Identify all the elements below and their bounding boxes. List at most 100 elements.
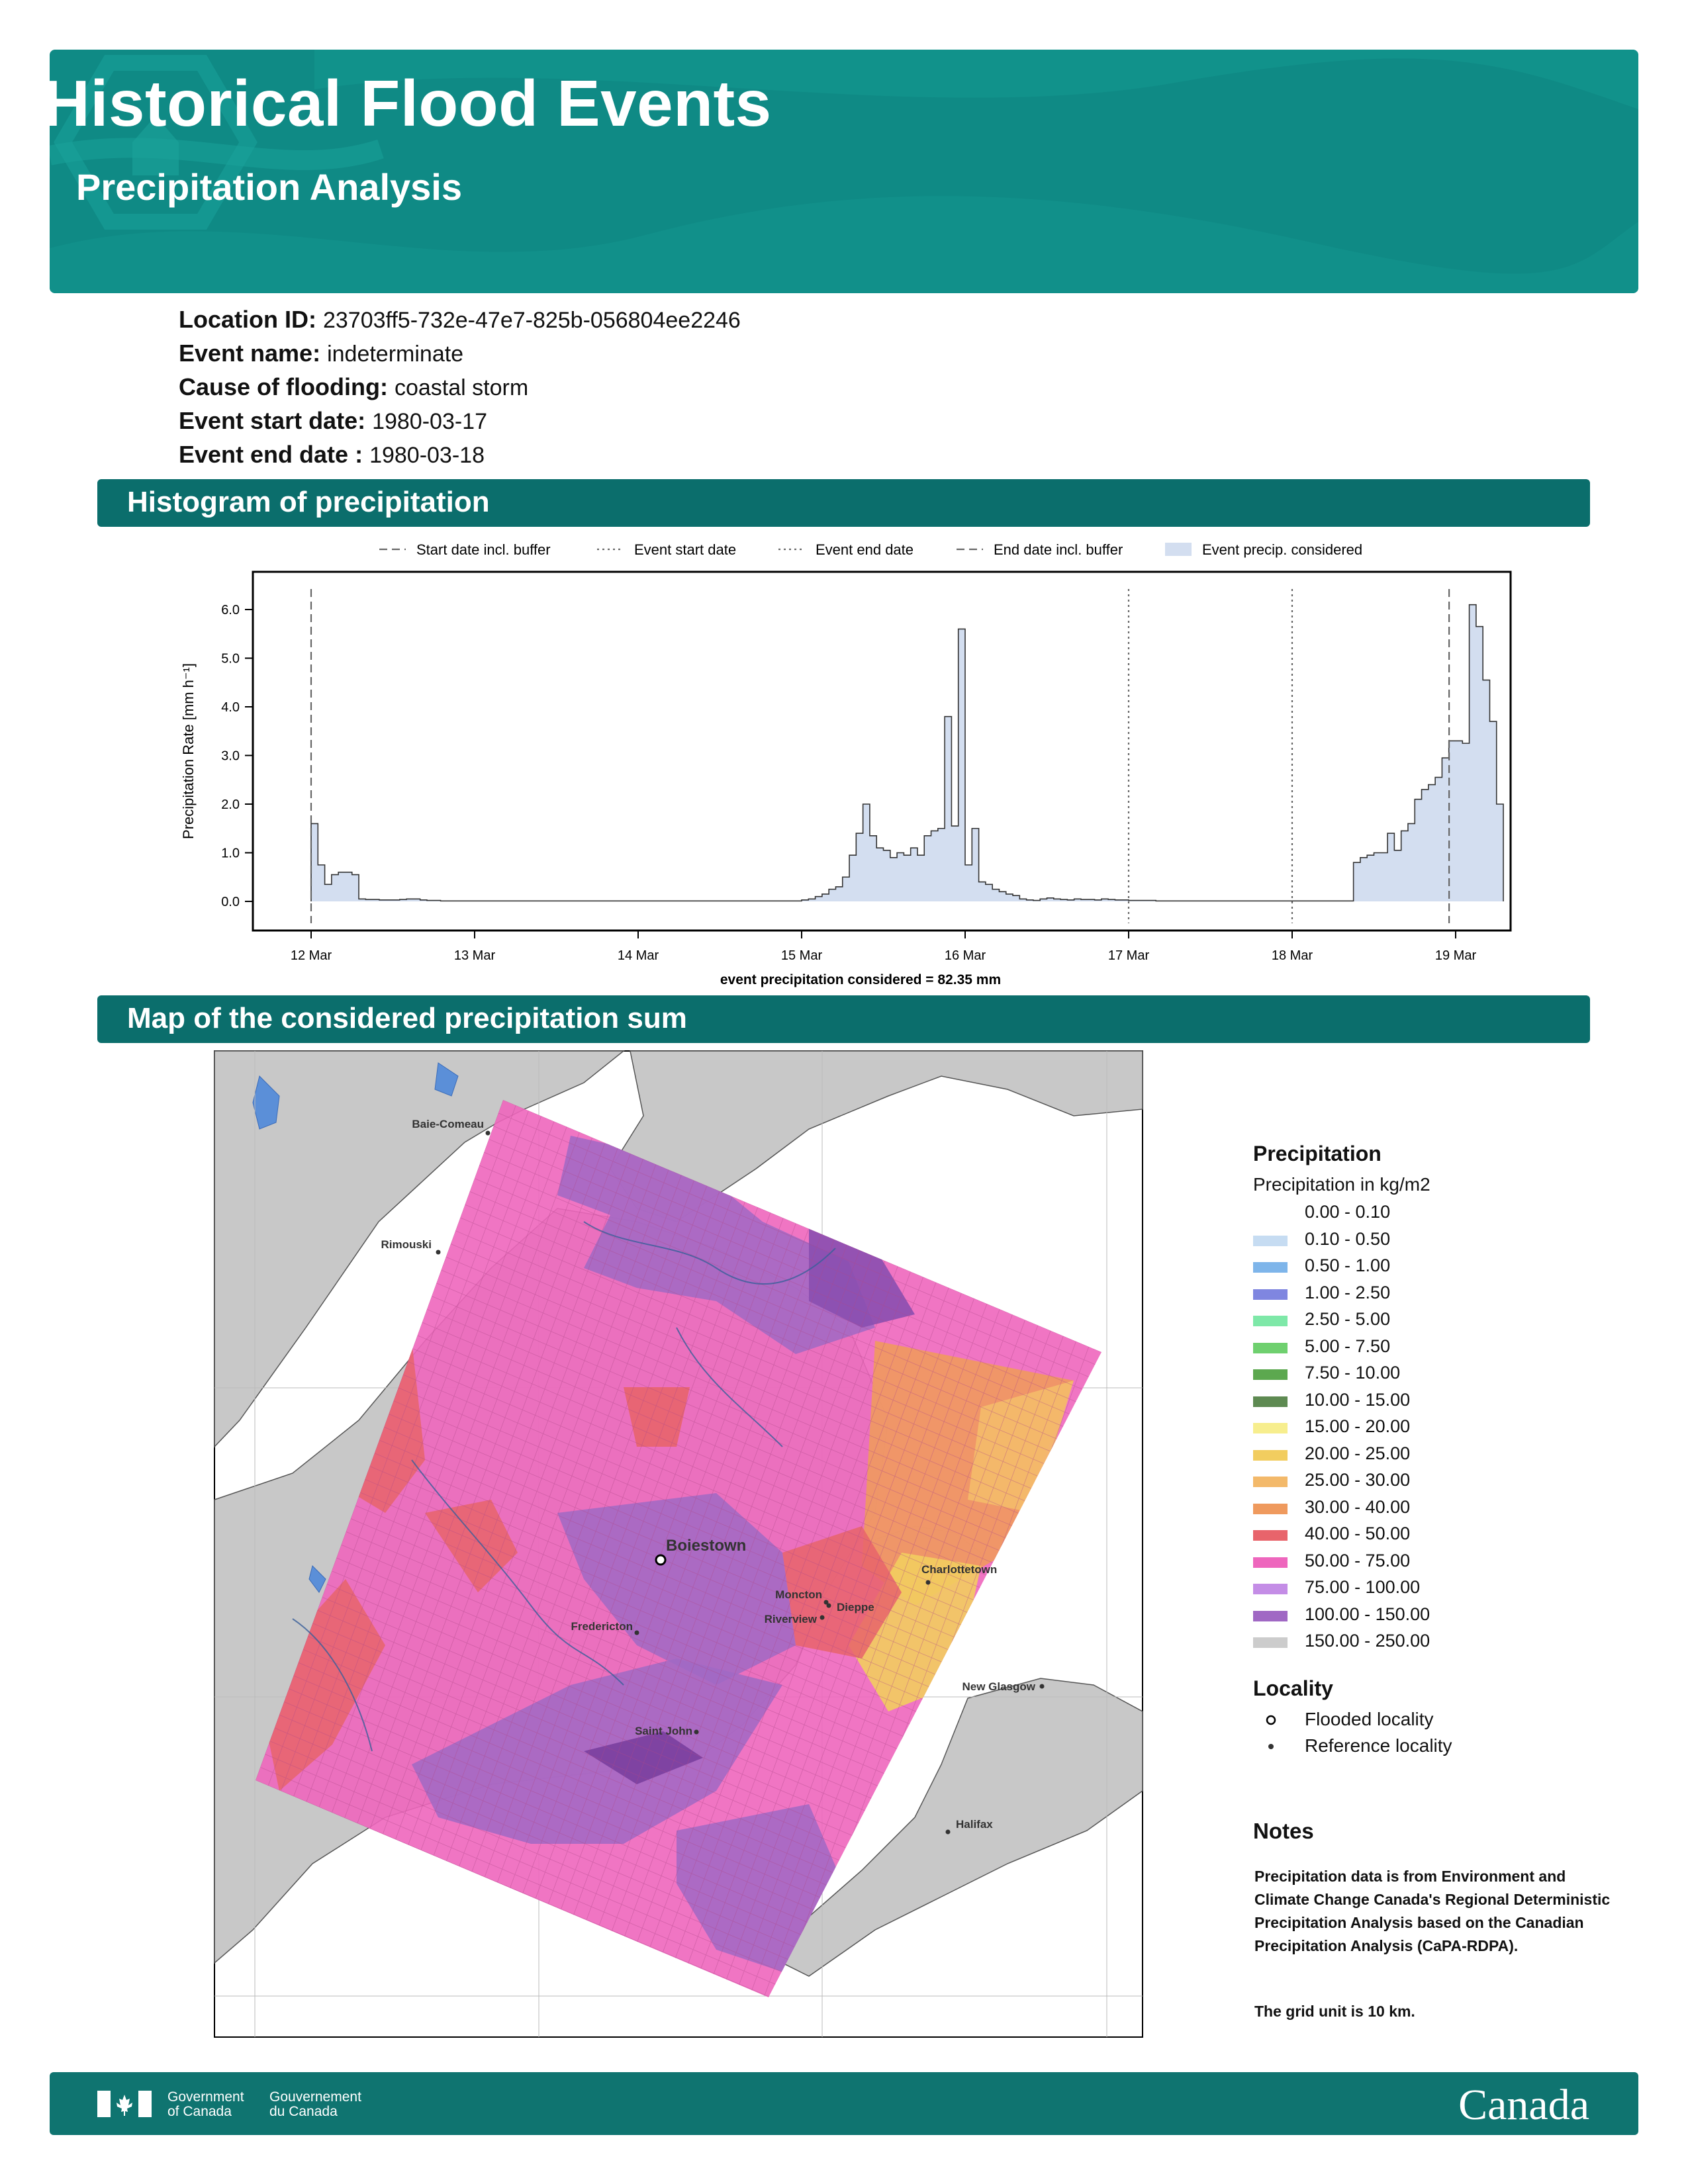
x-tick-label: 19 Mar	[1435, 948, 1477, 963]
legend-entry-label: Event precip. considered	[1202, 541, 1362, 558]
legend-class-label: 0.00 - 0.10	[1305, 1202, 1391, 1222]
x-tick-label: 15 Mar	[781, 948, 823, 963]
precip-legend-title: Precipitation	[1253, 1142, 1382, 1165]
precipitation-map: Baie-Comeau Rimouski Boiestown Moncton Diepp…	[214, 1050, 1143, 2038]
city-label: Riverview	[765, 1613, 818, 1625]
city-label: Halifax	[956, 1818, 993, 1831]
city-label: Moncton	[775, 1588, 822, 1601]
section-map-title: Map of the considered precipitation sum	[127, 1002, 687, 1034]
info-event-name: Event name: indeterminate	[179, 340, 463, 367]
section-map-header: Map of the considered precipitation sum	[97, 995, 1590, 1043]
legend-class-row: 25.00 - 30.00	[1253, 1467, 1624, 1494]
y-tick-label: 3.0	[221, 749, 240, 764]
legend-flooded-locality: Flooded locality	[1253, 1706, 1624, 1733]
info-location-id: Location ID: 23703ff5-732e-47e7-825b-0568…	[179, 306, 741, 334]
start-date-label: Event start date:	[179, 407, 366, 434]
info-cause: Cause of flooding: coastal storm	[179, 373, 528, 401]
reference-locality-marker	[694, 1729, 699, 1735]
x-tick-label: 13 Mar	[454, 948, 496, 963]
legend-color-swatch	[1253, 1584, 1288, 1594]
legend-class-row: 0.10 - 0.50	[1253, 1226, 1624, 1253]
map-legend: Precipitation Precipitation in kg/m2 0.0…	[1253, 1142, 1624, 1759]
city-label: Rimouski	[381, 1238, 432, 1251]
reference-locality-marker	[925, 1580, 931, 1585]
x-tick-label: 17 Mar	[1108, 948, 1150, 963]
section-histogram-title: Histogram of precipitation	[127, 486, 490, 518]
legend-color-swatch	[1253, 1208, 1288, 1219]
legend-class-label: 20.00 - 25.00	[1305, 1443, 1411, 1463]
legend-color-swatch	[1253, 1637, 1288, 1648]
legend-color-swatch	[1253, 1316, 1288, 1326]
y-axis-label: Precipitation Rate [mm h⁻¹]	[180, 663, 197, 839]
page-title: Historical Flood Events	[43, 67, 772, 140]
legend-color-swatch	[1253, 1235, 1288, 1246]
location-id-label: Location ID:	[179, 306, 316, 333]
legend-class-row: 40.00 - 50.00	[1253, 1521, 1624, 1548]
canada-wordmark: Canada	[1458, 2081, 1589, 2129]
legend-swatch-icon	[1165, 543, 1192, 556]
gov-fr-line2: du Canada	[269, 2104, 338, 2119]
legend-color-swatch	[1253, 1557, 1288, 1568]
legend-class-label: 0.50 - 1.00	[1305, 1255, 1391, 1275]
location-id-value: 23703ff5-732e-47e7-825b-056804ee2246	[322, 308, 741, 333]
precipitation-histogram: Start date incl. buffer Event start date E…	[180, 541, 1512, 987]
chart-legend: Start date incl. buffer Event start date E…	[379, 541, 1362, 558]
legend-entry-label: Event end date	[816, 541, 914, 558]
legend-color-swatch	[1253, 1342, 1288, 1353]
legend-class-list: 0.00 - 0.10 0.10 - 0.50 0.50 - 1.00 1.00 - …	[1253, 1199, 1624, 1655]
legend-color-swatch	[1253, 1610, 1288, 1621]
legend-color-swatch	[1253, 1289, 1288, 1300]
city-label: New Glasgow	[962, 1680, 1035, 1693]
city-label: Dieppe	[837, 1601, 874, 1614]
legend-color-swatch	[1253, 1449, 1288, 1461]
y-tick-label: 1.0	[221, 846, 240, 861]
y-tick-label: 5.0	[221, 652, 240, 666]
legend-class-label: 10.00 - 15.00	[1305, 1389, 1411, 1410]
legend-color-swatch	[1253, 1503, 1288, 1514]
legend-class-label: 150.00 - 250.00	[1305, 1631, 1430, 1651]
legend-class-row: 10.00 - 15.00	[1253, 1387, 1624, 1414]
legend-class-label: 40.00 - 50.00	[1305, 1524, 1411, 1543]
reference-marker-icon	[1268, 1743, 1274, 1749]
legend-class-row: 30.00 - 40.00	[1253, 1494, 1624, 1522]
gov-en-line2: of Canada	[167, 2104, 232, 2119]
y-tick-label: 6.0	[221, 603, 240, 617]
legend-class-row: 5.00 - 7.50	[1253, 1334, 1624, 1361]
reference-locality-marker	[634, 1630, 639, 1635]
legend-entry-label: Start date incl. buffer	[416, 541, 551, 558]
legend-entry-label: End date incl. buffer	[994, 541, 1123, 558]
legend-entry-label: Event start date	[634, 541, 736, 558]
legend-reference-locality: Reference locality	[1253, 1733, 1624, 1759]
legend-class-label: 15.00 - 20.00	[1305, 1416, 1411, 1436]
cause-value: coastal storm	[394, 375, 529, 400]
reference-locality-marker	[436, 1250, 441, 1255]
reference-locality-label: Reference locality	[1305, 1735, 1452, 1756]
legend-class-row: 100.00 - 150.00	[1253, 1602, 1624, 1629]
city-label: Baie-Comeau	[412, 1118, 484, 1130]
notes-title: Notes	[1253, 1819, 1314, 1843]
legend-class-row: 75.00 - 100.00	[1253, 1574, 1624, 1602]
flooded-locality-label: Flooded locality	[1305, 1708, 1434, 1729]
section-histogram-header: Histogram of precipitation	[97, 479, 1590, 527]
legend-class-row: 0.50 - 1.00	[1253, 1253, 1624, 1280]
end-date-value: 1980-03-18	[369, 443, 485, 468]
info-end-date: Event end date :1980-03-18	[179, 441, 485, 469]
x-tick-label: 18 Mar	[1272, 948, 1313, 963]
reference-locality-marker	[1039, 1684, 1045, 1689]
legend-class-label: 5.00 - 7.50	[1305, 1336, 1391, 1356]
legend-color-swatch	[1253, 1423, 1288, 1433]
x-tick-label: 12 Mar	[291, 948, 332, 963]
x-axis: 12 Mar 13 Mar 14 Mar 15 Mar 16 Mar 17 Mar 18 M…	[291, 931, 1477, 963]
end-date-label: Event end date :	[179, 441, 363, 468]
legend-class-label: 30.00 - 40.00	[1305, 1496, 1411, 1517]
reference-locality-marker	[826, 1603, 831, 1608]
legend-class-label: 0.10 - 0.50	[1305, 1228, 1391, 1249]
legend-class-row: 7.50 - 10.00	[1253, 1360, 1624, 1387]
legend-color-swatch	[1253, 1369, 1288, 1380]
legend-color-swatch	[1253, 1262, 1288, 1273]
y-tick-label: 0.0	[221, 895, 240, 909]
y-tick-label: 4.0	[221, 700, 240, 715]
event-name-value: indeterminate	[327, 341, 464, 367]
city-label: Boiestown	[666, 1537, 746, 1555]
legend-class-row: 150.00 - 250.00	[1253, 1628, 1624, 1655]
